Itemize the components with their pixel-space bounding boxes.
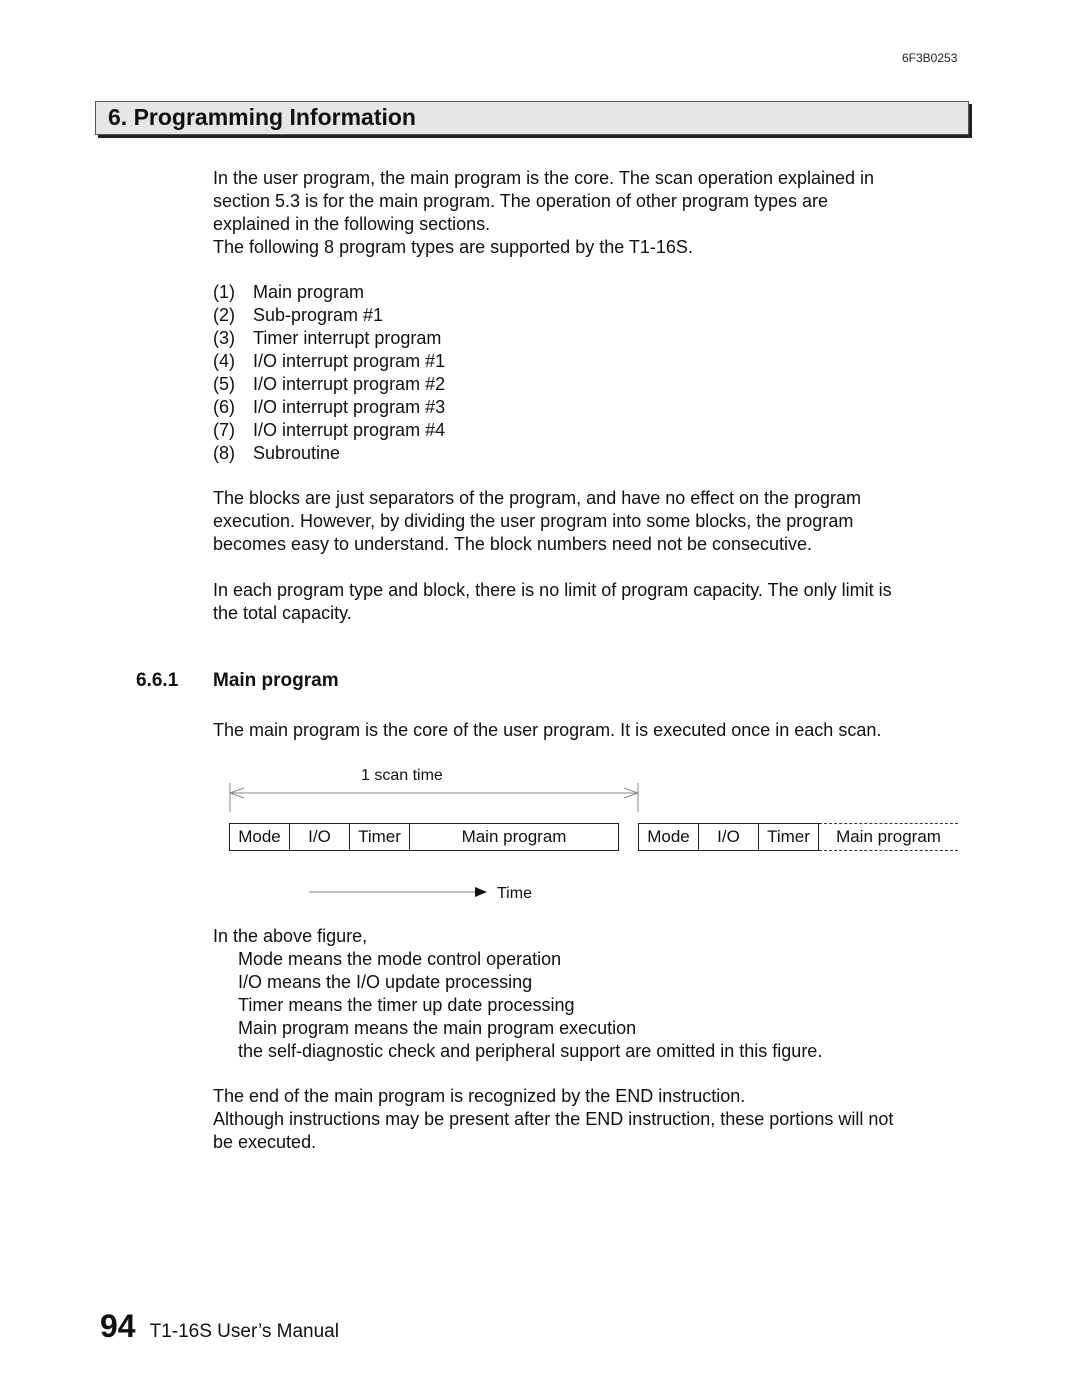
list-label: Sub-program #1 [253, 305, 384, 325]
section-number: 6.6.1 [136, 670, 179, 691]
page-footer: 94 T1-16S User’s Manual [100, 1308, 339, 1345]
arrow-left-icon [228, 787, 245, 799]
list-number: (2) [213, 305, 235, 325]
paragraph-line: In each program type and block, there is… [213, 580, 892, 600]
list-label: I/O interrupt program #3 [253, 397, 446, 417]
time-label: Time [497, 885, 532, 902]
cycle2-main-program-box: Main program [819, 823, 958, 851]
list-number: (3) [213, 328, 235, 348]
list-item: (6) I/O interrupt program #3 [213, 396, 445, 419]
paragraph-line: The blocks are just separators of the pr… [213, 488, 862, 508]
list-number: (1) [213, 282, 235, 302]
cycle1-main-program-box: Main program [409, 823, 619, 851]
blocks-paragraph: The blocks are just separators of the pr… [213, 487, 973, 556]
paragraph-line: becomes easy to understand. The block nu… [213, 534, 813, 554]
list-item: (7) I/O interrupt program #4 [213, 419, 445, 442]
list-label: Timer interrupt program [253, 328, 442, 348]
list-label: Main program [253, 282, 365, 302]
paragraph-line: The end of the main program is recognize… [213, 1086, 746, 1106]
paragraph-line: be executed. [213, 1132, 317, 1152]
cycle1-mode-box: Mode [229, 823, 290, 851]
end-instruction-paragraph: The end of the main program is recognize… [213, 1085, 973, 1154]
paragraph-line: Although instructions may be present aft… [213, 1109, 894, 1129]
intro-paragraph: In the user program, the main program is… [213, 167, 973, 259]
list-number: (8) [213, 443, 235, 463]
arrow-right-icon [623, 787, 640, 799]
list-item: (1) Main program [213, 281, 445, 304]
legend-item: Main program means the main program exec… [238, 1018, 637, 1038]
cycle2-mode-box: Mode [638, 823, 699, 851]
list-number: (4) [213, 351, 235, 371]
cycle1-io-box: I/O [289, 823, 350, 851]
list-item: (8) Subroutine [213, 442, 445, 465]
legend-paragraph: In the above figure, Mode means the mode… [213, 925, 973, 1063]
chapter-title: 6. Programming Information [108, 104, 416, 130]
legend-item: the self-diagnostic check and peripheral… [238, 1041, 823, 1061]
time-arrow-icon [475, 887, 487, 897]
legend-intro: In the above figure, [213, 926, 368, 946]
list-item: (4) I/O interrupt program #1 [213, 350, 445, 373]
list-number: (6) [213, 397, 235, 417]
cycle1-timer-box: Timer [349, 823, 410, 851]
list-item: (3) Timer interrupt program [213, 327, 445, 350]
paragraph-line: the total capacity. [213, 603, 352, 623]
intro-line: explained in the following sections. [213, 214, 491, 234]
paragraph-line: execution. However, by dividing the user… [213, 511, 854, 531]
document-id: 6F3B0253 [902, 51, 958, 65]
section-intro: The main program is the core of the user… [213, 720, 882, 740]
manual-title: T1-16S User’s Manual [149, 1321, 339, 1342]
chapter-header: 6. Programming Information [95, 101, 969, 135]
program-types-intro: The following 8 program types are suppor… [213, 237, 693, 257]
cycle2-io-box: I/O [698, 823, 759, 851]
capacity-paragraph: In each program type and block, there is… [213, 579, 973, 625]
legend-item: Timer means the timer up date processing [238, 995, 575, 1015]
list-label: I/O interrupt program #4 [253, 420, 446, 440]
list-label: Subroutine [253, 443, 341, 463]
list-label: I/O interrupt program #2 [253, 374, 446, 394]
list-label: I/O interrupt program #1 [253, 351, 446, 371]
legend-item: I/O means the I/O update processing [238, 972, 533, 992]
program-types-list: (1) Main program (2) Sub-program #1 (3) Tim… [213, 281, 445, 465]
legend-item: Mode means the mode control operation [238, 949, 562, 969]
section-heading: 6.6.1 Main program [136, 670, 339, 692]
list-number: (5) [213, 374, 235, 394]
page-number: 94 [100, 1308, 136, 1344]
list-item: (2) Sub-program #1 [213, 304, 445, 327]
intro-line: section 5.3 is for the main program. The… [213, 191, 828, 211]
scan-time-label: 1 scan time [361, 767, 443, 784]
section-title: Main program [213, 670, 339, 691]
list-number: (7) [213, 420, 235, 440]
cycle2-timer-box: Timer [758, 823, 819, 851]
list-item: (5) I/O interrupt program #2 [213, 373, 445, 396]
intro-line: In the user program, the main program is… [213, 168, 875, 188]
